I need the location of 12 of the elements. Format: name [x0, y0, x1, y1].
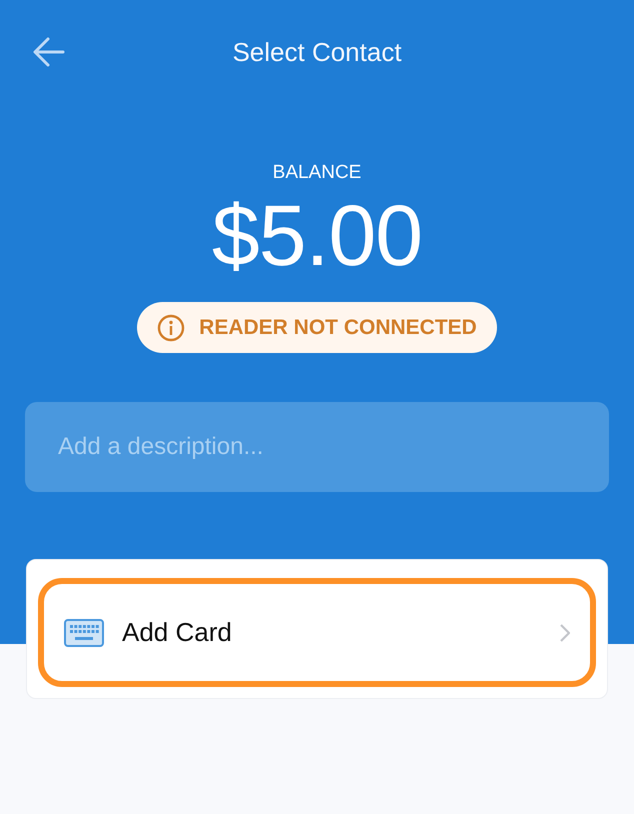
chevron-right-icon	[560, 624, 570, 642]
description-field[interactable]: Add a description...	[25, 402, 609, 492]
screen-title: Select Contact	[232, 36, 402, 68]
back-button[interactable]	[32, 36, 66, 68]
reader-status-text: READER NOT CONNECTED	[199, 316, 477, 340]
keyboard-icon	[64, 618, 104, 646]
back-arrow-icon	[33, 37, 65, 67]
add-card-row[interactable]: Add Card	[38, 578, 596, 687]
balance-label: BALANCE	[272, 162, 362, 184]
option-label: Add Card	[122, 617, 233, 648]
balance-amount: $5.00	[212, 187, 422, 286]
info-icon	[157, 314, 186, 342]
